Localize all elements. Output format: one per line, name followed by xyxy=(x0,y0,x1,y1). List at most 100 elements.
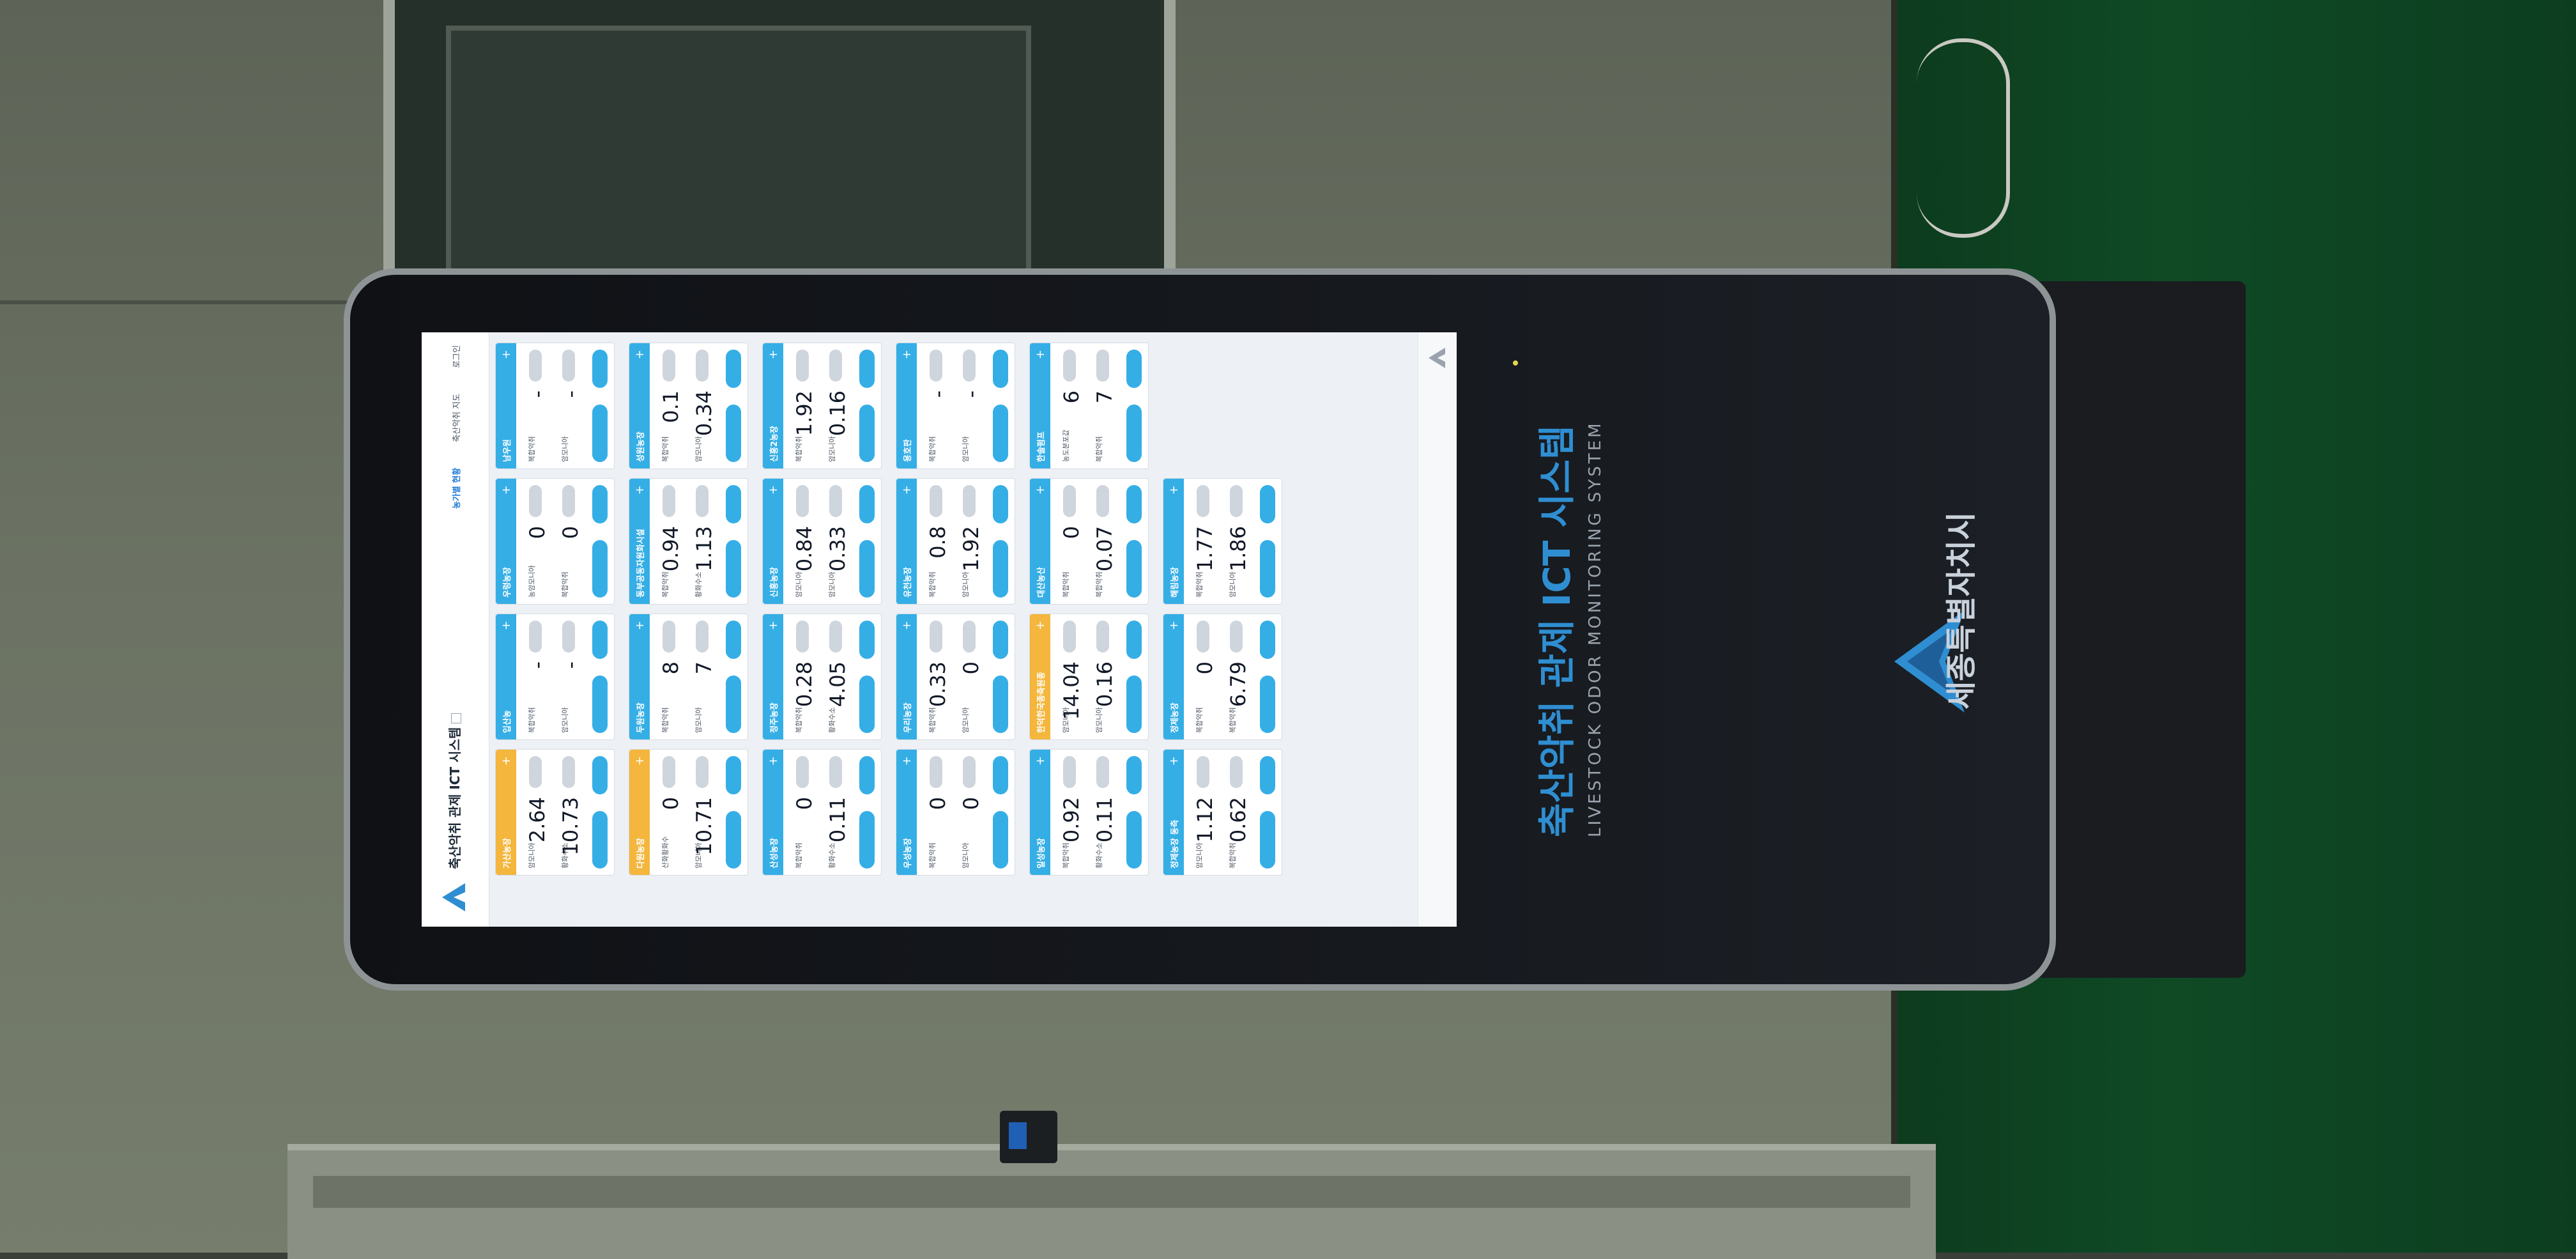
detail-button[interactable] xyxy=(592,405,608,462)
status-toggle[interactable] xyxy=(796,621,809,653)
status-toggle[interactable] xyxy=(1063,756,1076,788)
history-button[interactable] xyxy=(592,350,608,388)
detail-button[interactable] xyxy=(859,811,875,869)
history-button[interactable] xyxy=(1126,485,1142,523)
status-toggle[interactable] xyxy=(696,350,709,382)
farm-card[interactable]: 정주농장 + 복합악취 0.28 황화수소 4.05 xyxy=(762,614,882,740)
expand-icon[interactable]: + xyxy=(1167,485,1181,495)
history-button[interactable] xyxy=(1260,485,1275,523)
history-button[interactable] xyxy=(859,756,875,794)
status-toggle[interactable] xyxy=(1063,350,1076,382)
farm-card[interactable]: 우렁농장 + 농암모니아 0 복합악취 0 xyxy=(495,478,615,605)
farm-card[interactable]: 정제농장 동측 + 암모니아 1.12 복합악취 0.62 xyxy=(1163,749,1282,876)
farm-card[interactable]: 다원농장 + 산화황화수 0 암모니아 10.71 xyxy=(629,749,748,876)
status-toggle[interactable] xyxy=(663,350,675,382)
status-toggle[interactable] xyxy=(963,756,976,788)
status-toggle[interactable] xyxy=(829,350,842,382)
history-button[interactable] xyxy=(726,350,741,388)
expand-icon[interactable]: + xyxy=(500,756,513,766)
history-button[interactable] xyxy=(859,621,875,659)
status-toggle[interactable] xyxy=(562,485,575,517)
detail-button[interactable] xyxy=(726,811,741,869)
history-button[interactable] xyxy=(993,350,1008,388)
farm-card[interactable]: 해림농장 + 복합악취 1.77 암모니아 1.86 xyxy=(1163,478,1282,605)
history-button[interactable] xyxy=(1260,621,1275,659)
farm-card[interactable]: 두원농장 + 복합악취 8 암모니아 7 xyxy=(629,614,748,740)
detail-button[interactable] xyxy=(726,405,741,462)
expand-icon[interactable]: + xyxy=(500,621,513,630)
status-toggle[interactable] xyxy=(1096,756,1109,788)
farm-card[interactable]: 신흥농장 + 암모니아 0.84 암모니아 0.33 xyxy=(762,478,882,605)
expand-icon[interactable]: + xyxy=(1034,350,1047,359)
detail-button[interactable] xyxy=(993,811,1008,869)
status-toggle[interactable] xyxy=(796,485,809,517)
farm-card[interactable]: 가산농장 + 암모니아 2.64 황화수소 10.73 xyxy=(495,749,615,876)
farm-card[interactable]: 입산농 + 복합악취 - 암모니아 - xyxy=(495,614,615,740)
status-toggle[interactable] xyxy=(930,756,942,788)
status-toggle[interactable] xyxy=(663,485,675,517)
status-toggle[interactable] xyxy=(796,350,809,382)
nav-login[interactable]: 로그인 xyxy=(450,345,462,368)
farm-card[interactable]: 일성농장 + 복합악취 0.92 황화수소 0.11 xyxy=(1029,749,1149,876)
status-toggle[interactable] xyxy=(663,756,675,788)
detail-button[interactable] xyxy=(592,540,608,598)
expand-icon[interactable]: + xyxy=(767,350,780,359)
status-toggle[interactable] xyxy=(1230,756,1243,788)
expand-icon[interactable]: + xyxy=(900,756,914,766)
status-toggle[interactable] xyxy=(829,756,842,788)
status-toggle[interactable] xyxy=(696,756,709,788)
detail-button[interactable] xyxy=(993,676,1008,733)
detail-button[interactable] xyxy=(1260,811,1275,869)
expand-icon[interactable]: + xyxy=(500,485,513,495)
status-toggle[interactable] xyxy=(529,756,542,788)
detail-button[interactable] xyxy=(1126,405,1142,462)
expand-icon[interactable]: + xyxy=(767,621,780,630)
status-toggle[interactable] xyxy=(562,756,575,788)
status-toggle[interactable] xyxy=(1063,485,1076,517)
status-toggle[interactable] xyxy=(562,350,575,382)
status-toggle[interactable] xyxy=(1197,621,1209,653)
detail-button[interactable] xyxy=(1260,540,1275,598)
history-button[interactable] xyxy=(726,485,741,523)
history-button[interactable] xyxy=(1126,350,1142,388)
expand-icon[interactable]: + xyxy=(900,621,914,630)
status-toggle[interactable] xyxy=(1230,485,1243,517)
status-toggle[interactable] xyxy=(1197,756,1209,788)
expand-icon[interactable]: + xyxy=(633,621,647,630)
detail-button[interactable] xyxy=(1126,676,1142,733)
expand-icon[interactable]: + xyxy=(633,350,647,359)
detail-button[interactable] xyxy=(993,540,1008,598)
status-toggle[interactable] xyxy=(930,621,942,653)
nav-farm-status[interactable]: 농가별 현황 xyxy=(450,468,462,509)
history-button[interactable] xyxy=(1260,756,1275,794)
farm-card[interactable]: 한솔펌프 + 농도분포값 6 복합악취 7 xyxy=(1029,343,1149,469)
expand-icon[interactable]: + xyxy=(900,485,914,495)
expand-icon[interactable]: + xyxy=(900,350,914,359)
status-toggle[interactable] xyxy=(562,621,575,653)
farm-card[interactable]: 남우원 + 복합악취 - 암모니아 - xyxy=(495,343,615,469)
status-toggle[interactable] xyxy=(1096,350,1109,382)
farm-card[interactable]: 우리농장 + 복합악취 0.33 암모니아 0 xyxy=(896,614,1015,740)
detail-button[interactable] xyxy=(859,405,875,462)
history-button[interactable] xyxy=(592,756,608,794)
farm-card[interactable]: 성원농장 + 복합악취 0.1 암모니아 0.34 xyxy=(629,343,748,469)
nav-odor-map[interactable]: 축산악취 지도 xyxy=(450,394,462,442)
detail-button[interactable] xyxy=(592,811,608,869)
history-button[interactable] xyxy=(859,485,875,523)
status-toggle[interactable] xyxy=(796,756,809,788)
farm-card[interactable]: 한덕한국종축원종 + 암모니아 14.04 암모니아 0.16 xyxy=(1029,614,1149,740)
status-toggle[interactable] xyxy=(1230,621,1243,653)
detail-button[interactable] xyxy=(859,540,875,598)
farm-card[interactable]: 용호판 + 복합악취 - 암모니아 - xyxy=(896,343,1015,469)
kiosk-screen[interactable]: 축산악취 관제 ICT 시스템 농가별 현황 축산악취 지도 로그인 가산농장 … xyxy=(422,332,1457,927)
status-toggle[interactable] xyxy=(1063,621,1076,653)
history-button[interactable] xyxy=(859,350,875,388)
status-toggle[interactable] xyxy=(829,621,842,653)
info-icon[interactable] xyxy=(450,713,461,723)
farm-card[interactable]: 동부공동자원화시설 + 복합악취 0.94 황화수소 1.13 xyxy=(629,478,748,605)
expand-icon[interactable]: + xyxy=(1167,756,1181,766)
history-button[interactable] xyxy=(592,485,608,523)
expand-icon[interactable]: + xyxy=(633,756,647,766)
history-button[interactable] xyxy=(1126,756,1142,794)
status-toggle[interactable] xyxy=(963,485,976,517)
